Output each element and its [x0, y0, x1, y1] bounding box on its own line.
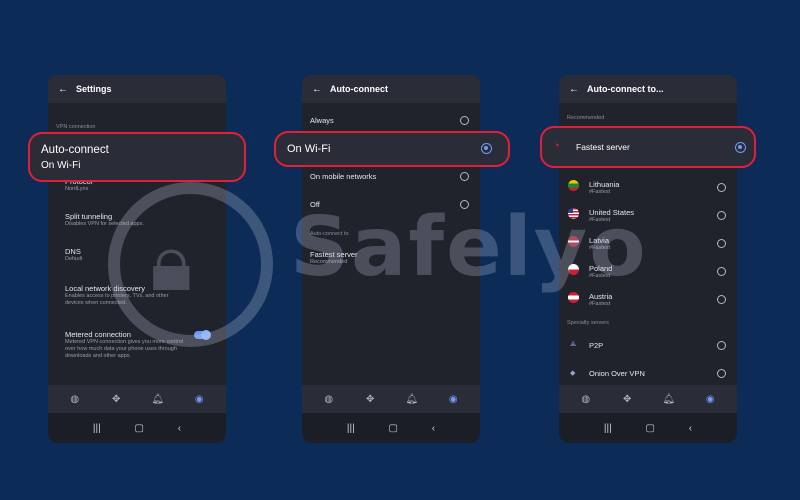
section-label-recommended: Recommended: [567, 115, 605, 121]
profile-icon[interactable]: ◉: [446, 394, 460, 405]
system-nav-bar: ||| ▢ ‹: [302, 413, 480, 443]
system-nav-bar: ||| ▢ ‹: [48, 413, 226, 443]
settings-item-metered-connection[interactable]: Metered connection Metered VPN connectio…: [65, 330, 183, 360]
back-icon[interactable]: ‹: [178, 423, 181, 434]
settings-header: ← Settings: [48, 75, 226, 103]
radio-on-mobile-networks[interactable]: [460, 172, 469, 181]
profile-icon[interactable]: ◉: [192, 394, 206, 405]
mesh-icon[interactable]: ✥: [620, 394, 634, 405]
mesh-icon[interactable]: ✥: [109, 394, 123, 405]
austria-flag-icon: [568, 292, 579, 303]
server-item-austria[interactable]: Austria #Fastest: [589, 292, 612, 308]
back-icon[interactable]: ‹: [689, 423, 692, 434]
radio-latvia[interactable]: [717, 239, 726, 248]
radio-poland[interactable]: [717, 267, 726, 276]
bottom-nav: ◍ ✥ 🔔︎ ◉: [48, 385, 226, 413]
radio-united-states[interactable]: [717, 211, 726, 220]
server-item-latvia[interactable]: Latvia #Fastest: [589, 236, 610, 252]
back-arrow-icon[interactable]: ←: [58, 84, 76, 95]
bottom-nav: ◍ ✥ 🔔︎ ◉: [302, 385, 480, 413]
radio-always[interactable]: [460, 116, 469, 125]
recents-icon[interactable]: |||: [93, 423, 101, 434]
section-label-specialty-servers: Specialty servers: [567, 320, 609, 326]
auto-connect-target-fastest-server[interactable]: Fastest server Recommended: [310, 250, 358, 266]
settings-item-split-tunneling[interactable]: Split tunneling Disables VPN for selecte…: [65, 212, 215, 228]
bell-icon[interactable]: 🔔︎: [405, 394, 419, 405]
recents-icon[interactable]: |||: [347, 423, 355, 434]
fastest-server-label: Fastest server: [576, 142, 630, 152]
option-always[interactable]: Always: [310, 116, 334, 125]
radio-onion-over-vpn[interactable]: [717, 369, 726, 378]
auto-connect-value: On Wi-Fi: [41, 160, 81, 171]
profile-icon[interactable]: ◉: [703, 394, 717, 405]
home-icon[interactable]: ▢: [645, 423, 654, 434]
radio-lithuania[interactable]: [717, 183, 726, 192]
section-label-vpn-connection: VPN connection: [56, 124, 96, 130]
united-states-flag-icon: [568, 208, 579, 219]
option-on-mobile-networks[interactable]: On mobile networks: [310, 172, 376, 181]
metered-connection-toggle[interactable]: [194, 330, 211, 340]
bell-icon[interactable]: 🔔︎: [662, 394, 676, 405]
mesh-icon[interactable]: ✥: [363, 394, 377, 405]
lithuania-flag-icon: [568, 180, 579, 191]
option-off[interactable]: Off: [310, 200, 320, 209]
back-arrow-icon[interactable]: ←: [312, 84, 330, 95]
radio-off[interactable]: [460, 200, 469, 209]
globe-icon[interactable]: ◍: [68, 394, 82, 405]
server-item-onion-over-vpn[interactable]: Onion Over VPN: [589, 369, 645, 378]
settings-item-local-network-discovery[interactable]: Local network discovery Enables access t…: [65, 284, 177, 307]
auto-connect-callout[interactable]: Auto-connect On Wi-Fi: [28, 132, 246, 182]
system-nav-bar: ||| ▢ ‹: [559, 413, 737, 443]
settings-item-dns[interactable]: DNS Default: [65, 247, 82, 263]
recents-icon[interactable]: |||: [604, 423, 612, 434]
back-arrow-icon[interactable]: ←: [569, 84, 587, 95]
page-title: Auto-connect: [330, 84, 388, 94]
fastest-server-callout[interactable]: ◔ Fastest server: [540, 126, 756, 168]
onion-icon: ◆: [570, 370, 576, 377]
radio-p2p[interactable]: [717, 341, 726, 350]
auto-connect-to-header: ← Auto-connect to...: [559, 75, 737, 103]
back-icon[interactable]: ‹: [432, 423, 435, 434]
auto-connect-title: Auto-connect: [41, 144, 109, 156]
globe-icon[interactable]: ◍: [322, 394, 336, 405]
bottom-nav: ◍ ✥ 🔔︎ ◉: [559, 385, 737, 413]
on-wifi-callout[interactable]: On Wi-Fi: [274, 131, 510, 167]
page-title: Auto-connect to...: [587, 84, 664, 94]
radio-austria[interactable]: [717, 295, 726, 304]
bell-icon[interactable]: 🔔︎: [151, 394, 165, 405]
globe-icon[interactable]: ◍: [579, 394, 593, 405]
latvia-flag-icon: [568, 236, 579, 247]
phone-settings-screen: ← Settings VPN connection Protocol NordL…: [48, 75, 226, 443]
p2p-icon: ⟁: [570, 341, 577, 348]
option-on-wifi: On Wi-Fi: [287, 143, 331, 155]
speedometer-icon: ◔: [553, 140, 560, 152]
poland-flag-icon: [568, 264, 579, 275]
server-item-p2p[interactable]: P2P: [589, 341, 603, 350]
page-title: Settings: [76, 84, 112, 94]
server-item-united-states[interactable]: United States #Fastest: [589, 208, 634, 224]
server-item-poland[interactable]: Poland #Fastest: [589, 264, 612, 280]
home-icon[interactable]: ▢: [388, 423, 397, 434]
radio-on-wifi-selected[interactable]: [481, 143, 492, 154]
auto-connect-header: ← Auto-connect: [302, 75, 480, 103]
radio-fastest-server-selected[interactable]: [735, 142, 746, 153]
server-item-lithuania[interactable]: Lithuania #Fastest: [589, 180, 619, 196]
home-icon[interactable]: ▢: [134, 423, 143, 434]
section-label-auto-connect-to: Auto-connect to: [310, 231, 349, 237]
